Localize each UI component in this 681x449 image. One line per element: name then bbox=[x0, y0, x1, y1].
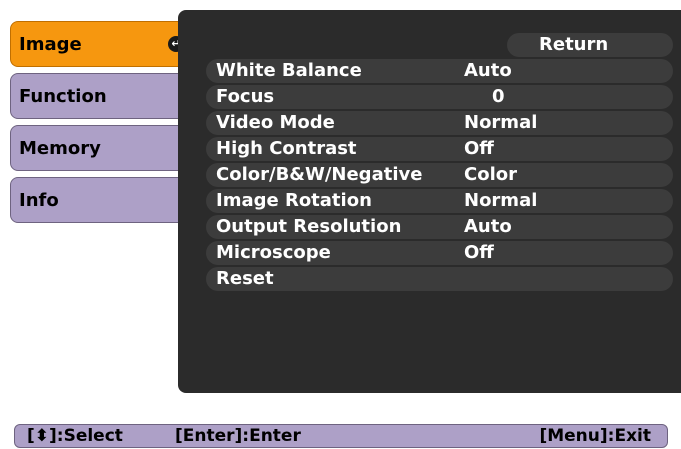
tab-memory[interactable]: Memory bbox=[10, 125, 188, 171]
setting-value: Color bbox=[464, 164, 517, 185]
tab-label: Info bbox=[19, 189, 59, 211]
setting-label: Video Mode bbox=[216, 112, 335, 133]
tab-info[interactable]: Info bbox=[10, 177, 188, 223]
setting-row-reset[interactable]: Reset bbox=[206, 267, 673, 291]
setting-row-output-resolution[interactable]: Output Resolution Auto bbox=[206, 215, 673, 239]
help-exit: [Menu]:Exit bbox=[539, 426, 651, 446]
setting-row-video-mode[interactable]: Video Mode Normal bbox=[206, 111, 673, 135]
help-bar: [⬍]:Select [Enter]:Enter [Menu]:Exit bbox=[14, 424, 668, 448]
setting-value: 0 bbox=[492, 86, 505, 107]
setting-label: High Contrast bbox=[216, 138, 357, 159]
setting-label: Focus bbox=[216, 86, 275, 107]
setting-label: Image Rotation bbox=[216, 190, 372, 211]
setting-label: Color/B&W/Negative bbox=[216, 164, 423, 185]
tab-function[interactable]: Function bbox=[10, 73, 188, 119]
setting-value: Auto bbox=[464, 216, 512, 237]
setting-row-white-balance[interactable]: White Balance Auto bbox=[206, 59, 673, 83]
setting-label: White Balance bbox=[216, 60, 362, 81]
setting-row-color-bw-negative[interactable]: Color/B&W/Negative Color bbox=[206, 163, 673, 187]
setting-label: Microscope bbox=[216, 242, 331, 263]
tab-connector bbox=[186, 21, 196, 67]
tab-label: Function bbox=[19, 85, 107, 107]
setting-value: Off bbox=[464, 242, 494, 263]
tab-image[interactable]: Image ↵ bbox=[10, 21, 194, 67]
help-enter: [Enter]:Enter bbox=[175, 426, 301, 446]
setting-value: Normal bbox=[464, 190, 538, 211]
setting-label: Output Resolution bbox=[216, 216, 402, 237]
return-button[interactable]: Return bbox=[507, 33, 673, 57]
setting-row-high-contrast[interactable]: High Contrast Off bbox=[206, 137, 673, 161]
setting-value: Auto bbox=[464, 60, 512, 81]
setting-value: Normal bbox=[464, 112, 538, 133]
setting-row-image-rotation[interactable]: Image Rotation Normal bbox=[206, 189, 673, 213]
tab-label: Image bbox=[19, 33, 82, 55]
tab-label: Memory bbox=[19, 137, 101, 159]
setting-row-microscope[interactable]: Microscope Off bbox=[206, 241, 673, 265]
help-select: [⬍]:Select bbox=[27, 426, 123, 446]
setting-value: Off bbox=[464, 138, 494, 159]
setting-row-focus[interactable]: Focus 0 bbox=[206, 85, 673, 109]
setting-label: Reset bbox=[216, 268, 274, 289]
